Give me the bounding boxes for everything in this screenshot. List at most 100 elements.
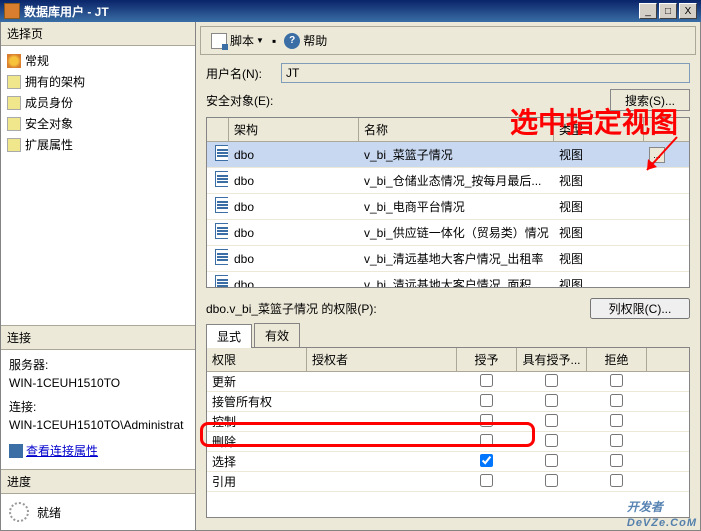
cell-permission: 引用 bbox=[207, 471, 307, 492]
grant-checkbox[interactable] bbox=[480, 374, 493, 387]
username-input[interactable] bbox=[281, 63, 690, 83]
col-deny[interactable]: 拒绝 bbox=[587, 348, 647, 371]
securables-label: 安全对象(E): bbox=[206, 92, 281, 109]
with-grant-checkbox[interactable] bbox=[545, 474, 558, 487]
sidebar-item-label: 扩展属性 bbox=[25, 136, 73, 153]
help-button[interactable]: ? 帮助 bbox=[280, 30, 331, 51]
table-row[interactable]: dbov_bi_仓储业态情况_按每月最后...视图 bbox=[207, 168, 689, 194]
search-button[interactable]: 搜索(S)... bbox=[610, 89, 690, 111]
view-icon bbox=[215, 171, 229, 187]
table-row[interactable]: 更新 bbox=[207, 372, 689, 392]
cell-type: 视图 bbox=[554, 196, 644, 217]
cell-grantor bbox=[307, 480, 457, 484]
permissions-grid[interactable]: 权限 授权者 授予 具有授予... 拒绝 更新接管所有权控制删除选择引用 bbox=[206, 348, 690, 518]
table-row[interactable]: dbov_bi_菜篮子情况视图... bbox=[207, 142, 689, 168]
cell-schema: dbo bbox=[229, 146, 359, 164]
cell-type: 视图 bbox=[554, 222, 644, 243]
deny-checkbox[interactable] bbox=[610, 434, 623, 447]
table-row[interactable]: dbov_bi_电商平台情况视图 bbox=[207, 194, 689, 220]
sidebar-item[interactable]: 扩展属性 bbox=[7, 134, 189, 155]
grant-checkbox[interactable] bbox=[480, 394, 493, 407]
cell-grantor bbox=[307, 440, 457, 444]
page-icon bbox=[7, 117, 21, 131]
close-button[interactable]: X bbox=[679, 3, 697, 19]
col-grantor[interactable]: 授权者 bbox=[307, 348, 457, 371]
with-grant-checkbox[interactable] bbox=[545, 414, 558, 427]
sidebar-item[interactable]: 拥有的架构 bbox=[7, 71, 189, 92]
cell-grantor bbox=[307, 460, 457, 464]
col-with-grant[interactable]: 具有授予... bbox=[517, 348, 587, 371]
username-label: 用户名(N): bbox=[206, 65, 281, 82]
with-grant-checkbox[interactable] bbox=[545, 434, 558, 447]
window-buttons: _ □ X bbox=[639, 3, 697, 19]
cell-grantor bbox=[307, 380, 457, 384]
table-row[interactable]: 控制 bbox=[207, 412, 689, 432]
toolbar: 脚本 ▼ ▪ ? 帮助 bbox=[200, 26, 696, 55]
grant-checkbox[interactable] bbox=[480, 474, 493, 487]
view-connection-props-link[interactable]: 查看连接属性 bbox=[9, 442, 98, 460]
progress-body: 就绪 bbox=[1, 494, 195, 530]
cell-permission: 选择 bbox=[207, 451, 307, 472]
cell-schema: dbo bbox=[229, 276, 359, 289]
securables-grid[interactable]: 架构 名称 类型 dbov_bi_菜篮子情况视图...dbov_bi_仓储业态情… bbox=[206, 117, 690, 288]
col-name[interactable]: 名称 bbox=[359, 118, 554, 141]
table-row[interactable]: 选择 bbox=[207, 452, 689, 472]
grant-checkbox[interactable] bbox=[480, 434, 493, 447]
col-grant[interactable]: 授予 bbox=[457, 348, 517, 371]
column-permissions-button[interactable]: 列权限(C)... bbox=[590, 298, 690, 319]
cell-type: 视图 bbox=[554, 248, 644, 269]
cell-permission: 接管所有权 bbox=[207, 391, 307, 412]
with-grant-checkbox[interactable] bbox=[545, 374, 558, 387]
table-row[interactable]: 删除 bbox=[207, 432, 689, 452]
maximize-button[interactable]: □ bbox=[659, 3, 677, 19]
grant-checkbox[interactable] bbox=[480, 454, 493, 467]
page-icon bbox=[7, 54, 21, 68]
deny-checkbox[interactable] bbox=[610, 454, 623, 467]
with-grant-checkbox[interactable] bbox=[545, 454, 558, 467]
cell-schema: dbo bbox=[229, 198, 359, 216]
script-icon bbox=[211, 33, 227, 49]
left-pane: 选择页 常规拥有的架构成员身份安全对象扩展属性 连接 服务器: WIN-1CEU… bbox=[1, 22, 196, 530]
table-row[interactable]: dbov_bi_供应链一体化（贸易类）情况视图 bbox=[207, 220, 689, 246]
cell-permission: 更新 bbox=[207, 371, 307, 392]
table-row[interactable]: 接管所有权 bbox=[207, 392, 689, 412]
table-row[interactable]: 引用 bbox=[207, 472, 689, 492]
sidebar-item[interactable]: 安全对象 bbox=[7, 113, 189, 134]
help-icon: ? bbox=[284, 33, 300, 49]
sidebar-item[interactable]: 成员身份 bbox=[7, 92, 189, 113]
cell-name: v_bi_菜篮子情况 bbox=[359, 144, 554, 165]
grant-checkbox[interactable] bbox=[480, 414, 493, 427]
tab-explicit[interactable]: 显式 bbox=[206, 324, 252, 348]
col-schema[interactable]: 架构 bbox=[229, 118, 359, 141]
script-button[interactable]: 脚本 ▼ bbox=[207, 30, 268, 51]
tab-effective[interactable]: 有效 bbox=[254, 323, 300, 347]
with-grant-checkbox[interactable] bbox=[545, 394, 558, 407]
progress-status: 就绪 bbox=[37, 504, 61, 521]
connection-body: 服务器: WIN-1CEUH1510TO 连接: WIN-1CEUH1510TO… bbox=[1, 350, 195, 470]
progress-header: 进度 bbox=[1, 470, 195, 494]
col-permission[interactable]: 权限 bbox=[207, 348, 307, 371]
deny-checkbox[interactable] bbox=[610, 374, 623, 387]
cell-grantor bbox=[307, 400, 457, 404]
connection-label: 连接: bbox=[9, 398, 187, 416]
col-type[interactable]: 类型 bbox=[554, 118, 644, 141]
table-row[interactable]: dbov_bi_清远基地大客户情况_面积...视图 bbox=[207, 272, 689, 288]
ellipsis-button[interactable]: ... bbox=[649, 147, 665, 163]
deny-checkbox[interactable] bbox=[610, 414, 623, 427]
table-row[interactable]: dbov_bi_清远基地大客户情况_出租率视图 bbox=[207, 246, 689, 272]
cell-permission: 控制 bbox=[207, 411, 307, 432]
deny-checkbox[interactable] bbox=[610, 394, 623, 407]
database-icon bbox=[9, 444, 23, 458]
connection-value: WIN-1CEUH1510TO\Administrat bbox=[9, 416, 187, 434]
spinner-icon bbox=[9, 502, 29, 522]
page-icon bbox=[7, 75, 21, 89]
page-icon bbox=[7, 96, 21, 110]
view-icon bbox=[215, 223, 229, 239]
sidebar-item-label: 常规 bbox=[25, 52, 49, 69]
page-tree: 常规拥有的架构成员身份安全对象扩展属性 bbox=[1, 46, 195, 325]
sidebar-item[interactable]: 常规 bbox=[7, 50, 189, 71]
cell-name: v_bi_供应链一体化（贸易类）情况 bbox=[359, 222, 554, 243]
view-icon bbox=[215, 275, 229, 288]
minimize-button[interactable]: _ bbox=[639, 3, 657, 19]
deny-checkbox[interactable] bbox=[610, 474, 623, 487]
